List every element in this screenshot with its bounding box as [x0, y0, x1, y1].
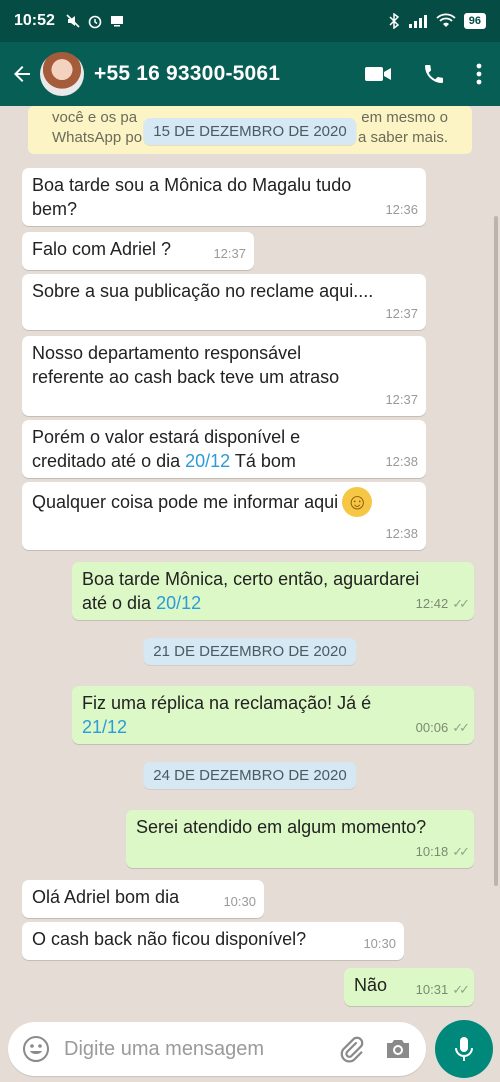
message-incoming[interactable]: Sobre a sua publicação no reclame aqui..…: [22, 274, 426, 330]
notice-text-1: você e os pa: [52, 109, 138, 126]
message-text: O cash back não ficou disponível?: [32, 929, 307, 949]
contact-name[interactable]: +55 16 93300-5061: [94, 62, 280, 86]
emoji-icon[interactable]: [22, 1035, 50, 1063]
header-actions: [364, 62, 482, 86]
message-outgoing[interactable]: Não 10:31 ✓✓: [344, 968, 474, 1006]
message-outgoing[interactable]: Serei atendido em algum momento? 10:18 ✓✓: [126, 810, 474, 868]
message-text: Serei atendido em algum momento?: [136, 817, 427, 837]
message-time: 12:37: [385, 306, 418, 321]
notice-text-3: WhatsApp po: [52, 129, 143, 146]
message-input[interactable]: Digite uma mensagem: [8, 1022, 426, 1076]
message-text: bem?: [32, 199, 78, 219]
message-text: Sobre a sua publicação no reclame aqui..…: [32, 281, 374, 301]
message-time: 12:38: [385, 526, 418, 541]
message-text: Boa tarde Mônica, certo então, aguardare…: [82, 569, 420, 589]
date-link[interactable]: 21/12: [82, 717, 127, 737]
message-incoming[interactable]: Falo com Adriel ? 12:37: [22, 232, 254, 270]
message-text: referente ao cash back teve um atraso: [32, 367, 340, 387]
message-text: Boa tarde sou a Mônica do Magalu tudo: [32, 175, 352, 195]
chat-scrollbar[interactable]: [494, 216, 498, 886]
phone-call-icon[interactable]: [422, 62, 446, 86]
alarm-icon: [88, 15, 102, 29]
double-check-icon: ✓✓: [452, 720, 470, 735]
message-placeholder: Digite uma mensagem: [64, 1037, 265, 1060]
wifi-icon: [436, 13, 456, 27]
double-check-icon: ✓✓: [452, 596, 470, 611]
camera-icon[interactable]: [384, 1037, 412, 1061]
signal-icon: [408, 15, 427, 28]
message-time: 10:31: [415, 982, 449, 997]
message-text: Olá Adriel bom dia: [32, 887, 180, 907]
date-separator: 15 DE DEZEMBRO DE 2020: [143, 118, 357, 145]
message-time: 10:30: [363, 936, 396, 951]
double-check-icon: ✓✓: [452, 844, 470, 859]
message-incoming[interactable]: Qualquer coisa pode me informar aqui ☺ 1…: [22, 482, 426, 550]
bluetooth-icon: [389, 13, 399, 29]
status-icons-right: 96: [388, 13, 486, 29]
message-incoming[interactable]: Boa tarde sou a Mônica do Magalu tudo be…: [22, 168, 426, 226]
back-arrow-icon: [14, 66, 30, 82]
battery-indicator: 96: [463, 13, 486, 29]
message-time: 12:38: [385, 454, 418, 469]
message-text: Porém o valor estará disponível e: [32, 427, 301, 447]
date-separator: 21 DE DEZEMBRO DE 2020: [143, 638, 357, 665]
status-time: 10:52: [14, 12, 55, 29]
message-outgoing[interactable]: Boa tarde Mônica, certo então, aguardare…: [72, 562, 474, 620]
message-text: Qualquer coisa pode me informar aqui: [32, 492, 339, 512]
date-link[interactable]: 20/12: [185, 451, 230, 471]
message-incoming[interactable]: Olá Adriel bom dia 10:30: [22, 880, 264, 918]
compose-bar: Digite uma mensagem: [0, 1018, 500, 1082]
back-button[interactable]: [4, 62, 40, 86]
notice-text-2: em mesmo o: [361, 109, 448, 126]
message-outgoing[interactable]: Fiz uma réplica na reclamação! Já é 21/1…: [72, 686, 474, 744]
message-incoming[interactable]: O cash back não ficou disponível? 10:30: [22, 922, 404, 960]
chat-header: +55 16 93300-5061: [0, 42, 500, 106]
date-link[interactable]: 20/12: [156, 593, 201, 613]
message-text: até o dia: [82, 593, 157, 613]
screen-icon: [110, 16, 123, 27]
message-text-line: creditado até o dia 20/12 Tá bom: [32, 449, 416, 473]
message-time: 12:42: [415, 596, 449, 611]
contact-avatar[interactable]: [40, 52, 84, 96]
message-text: Tá bom: [230, 451, 296, 471]
message-incoming[interactable]: Nosso departamento responsável referente…: [22, 336, 426, 416]
status-icons-left: [65, 13, 125, 29]
message-time: 12:37: [385, 392, 418, 407]
voice-record-button[interactable]: [435, 1020, 493, 1078]
double-check-icon: ✓✓: [452, 982, 470, 997]
microphone-icon: [455, 1037, 473, 1061]
message-text: creditado até o dia: [32, 451, 186, 471]
message-text: Falo com Adriel ?: [32, 239, 172, 259]
status-bar: 10:52 96: [0, 0, 500, 42]
video-call-icon[interactable]: [364, 64, 392, 84]
date-separator: 24 DE DEZEMBRO DE 2020: [143, 762, 357, 789]
smiling-emoji-icon: ☺: [342, 487, 373, 517]
message-incoming[interactable]: Porém o valor estará disponível e credit…: [22, 420, 426, 478]
more-options-icon[interactable]: [476, 63, 482, 85]
mute-icon: [66, 14, 80, 28]
message-time: 10:18: [415, 844, 449, 859]
input-actions: [338, 1035, 412, 1063]
message-time: 12:36: [385, 202, 418, 217]
chat-area[interactable]: você e os pa em mesmo o WhatsApp po a sabe…: [0, 106, 500, 1018]
message-time: 12:37: [213, 246, 246, 261]
notice-text-4: a saber mais.: [357, 129, 448, 146]
message-time: 00:06: [415, 720, 449, 735]
message-text: Fiz uma réplica na reclamação! Já é: [82, 693, 372, 713]
attach-icon[interactable]: [338, 1035, 364, 1063]
message-text: Nosso departamento responsável: [32, 343, 302, 363]
message-time: 10:30: [223, 894, 256, 909]
